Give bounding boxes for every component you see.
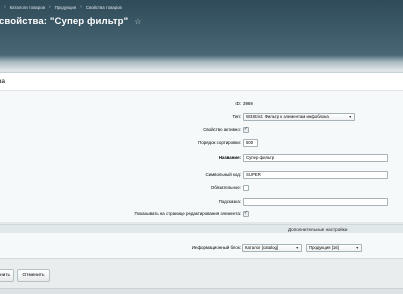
star-icon[interactable]: ☆ <box>134 17 141 26</box>
active-row: Свойство активно: ✓ <box>0 125 403 134</box>
required-checkbox[interactable] <box>243 184 249 191</box>
name-input[interactable]: Супер фильтр <box>243 153 388 162</box>
breadcrumb: › Каталоги товаров › Продукция › Свойств… <box>0 3 122 11</box>
apply-button[interactable]: нить <box>0 269 14 282</box>
name-label: Название: <box>218 155 241 160</box>
code-label: Символьный код: <box>205 172 241 177</box>
breadcrumb-separator: › <box>48 4 51 10</box>
breadcrumb-item-properties[interactable]: Свойства товаров <box>86 5 122 10</box>
catalog-select-value: Каталог [catalog] <box>245 245 279 250</box>
catalog-select[interactable]: Каталог [catalog] ▼ <box>242 243 302 252</box>
type-select-value: W3Strict: Фильтр к элементам инфоблока <box>246 114 329 119</box>
bottom-divider <box>0 288 403 294</box>
sort-input[interactable]: 500 <box>243 138 258 147</box>
required-label: Обязательное: <box>210 185 241 190</box>
type-select[interactable]: W3Strict: Фильтр к элементам инфоблока ▼ <box>243 112 355 121</box>
type-row: Тип: W3Strict: Фильтр к элементам инфобл… <box>0 112 403 121</box>
hint-row: Подсказка: <box>0 197 403 206</box>
active-label: Свойство активно: <box>203 127 241 132</box>
panel-header-title: ва <box>0 78 5 85</box>
page: › Каталоги товаров › Продукция › Свойств… <box>0 0 403 294</box>
checkmark-icon: ✓ <box>243 126 249 132</box>
breadcrumb-item-products[interactable]: Продукция <box>55 5 77 10</box>
product-select-value: Продукция [16] <box>309 245 339 250</box>
chevron-down-icon: ▼ <box>348 114 352 119</box>
required-row: Обязательное: <box>0 183 403 192</box>
chevron-down-icon: ▼ <box>355 245 359 250</box>
id-row: ID: 3969 <box>0 99 403 108</box>
code-input[interactable]: SUPER <box>243 170 388 179</box>
property-form: ID: 3969 Тип: W3Strict: Фильтр к элемент… <box>0 91 403 222</box>
id-label: ID: <box>235 101 241 106</box>
cancel-button[interactable]: Отменить <box>17 269 50 282</box>
type-label: Тип: <box>232 114 241 119</box>
breadcrumb-item-catalogs[interactable]: Каталоги товаров <box>10 5 45 10</box>
checkmark-icon: ✓ <box>243 210 249 216</box>
sort-label: Порядок сортировки: <box>198 140 241 145</box>
product-select[interactable]: Продукция [16] ▼ <box>306 243 362 252</box>
chevron-down-icon: ▼ <box>295 245 299 250</box>
page-title-wrap: свойства: "Супер фильтр" ☆ <box>0 14 141 28</box>
code-row: Символьный код: SUPER <box>0 170 403 179</box>
form-footer: нить Отменить <box>0 258 403 288</box>
id-value: 3969 <box>243 101 253 106</box>
iblock-label: Информационный блок: <box>191 245 241 250</box>
page-title: свойства: "Супер фильтр" <box>0 15 129 27</box>
hint-label: Подсказка: <box>218 199 241 204</box>
iblock-row: Информационный блок: Каталог [catalog] ▼… <box>0 233 403 258</box>
show-row: Показывать на странице редактирования эл… <box>0 209 403 218</box>
active-checkbox[interactable]: ✓ <box>243 126 249 133</box>
show-checkbox[interactable]: ✓ <box>243 210 249 217</box>
hint-input[interactable] <box>243 197 388 206</box>
additional-settings-header: Дополнительные настройки <box>0 224 403 233</box>
show-label: Показывать на странице редактирования эл… <box>134 211 241 216</box>
name-row: Название: Супер фильтр <box>0 153 403 162</box>
tab-panel-header: ва <box>0 72 403 91</box>
breadcrumb-separator: › <box>4 4 6 10</box>
sort-row: Порядок сортировки: 500 <box>0 138 403 147</box>
iblock-field: Информационный блок: Каталог [catalog] ▼… <box>0 243 403 252</box>
breadcrumb-separator: › <box>80 4 82 10</box>
